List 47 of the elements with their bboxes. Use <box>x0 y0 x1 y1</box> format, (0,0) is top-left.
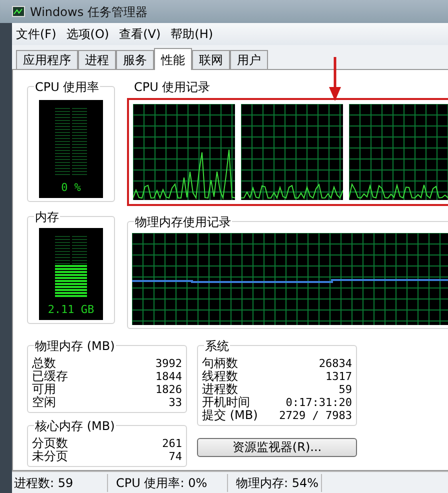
status-text: 进程数: 59 <box>12 474 108 492</box>
stat-value: 1844 <box>156 370 182 383</box>
stat-value: 2729 / 7983 <box>279 409 352 422</box>
group-title: 内存 <box>35 210 59 224</box>
menu-item[interactable]: 选项(O) <box>66 25 110 43</box>
group-title: 系统 <box>205 339 229 353</box>
stat-value: 0:17:31:20 <box>286 396 352 409</box>
stat-value: 59 <box>338 383 352 396</box>
stat-value: 261 <box>162 437 182 450</box>
stat-value: 1317 <box>326 370 352 383</box>
resource-monitor-button[interactable]: 资源监视器(R)... <box>197 438 357 457</box>
stat-value: 3992 <box>156 357 182 370</box>
group-title: 物理内存使用记录 <box>135 215 231 229</box>
stat-label: 未分页 <box>32 450 68 463</box>
stat-value: 26834 <box>318 357 352 370</box>
stat-value: 1826 <box>156 383 182 396</box>
stat-label: 进程数 <box>202 383 238 396</box>
stat-label: 提交 (MB) <box>202 409 258 422</box>
stat-label: 空闲 <box>32 396 56 409</box>
stat-value: 74 <box>168 450 182 463</box>
status-text: CPU 使用率: 0% <box>108 474 228 492</box>
group-title: 核心内存 (MB) <box>35 419 115 433</box>
menu-item[interactable]: 帮助(H) <box>170 25 214 43</box>
group-title: CPU 使用记录 <box>134 80 210 94</box>
stat-label: 总数 <box>32 357 56 370</box>
meter-reading: 2.11 GB <box>48 303 94 317</box>
stat-value: 33 <box>168 396 182 409</box>
menu-item[interactable]: 查看(V) <box>119 25 161 43</box>
tab[interactable]: 应用程序 <box>16 50 78 69</box>
tab[interactable]: 进程 <box>78 50 116 69</box>
group-title: CPU 使用率 <box>35 80 100 94</box>
status-text: 物理内存: 54% <box>228 474 322 492</box>
group-title: 物理内存 (MB) <box>35 339 115 353</box>
stat-label: 句柄数 <box>202 357 238 370</box>
menu-item[interactable]: 文件(F) <box>16 25 56 43</box>
stat-label: 已缓存 <box>32 370 68 383</box>
tab[interactable]: 用户 <box>230 50 268 69</box>
stat-label: 可用 <box>32 383 56 396</box>
stat-label: 分页数 <box>32 437 68 450</box>
stat-label: 开机时间 <box>202 396 250 409</box>
meter-reading: 0 % <box>61 181 81 195</box>
tab[interactable]: 服务 <box>116 50 154 69</box>
tab[interactable]: 联网 <box>192 50 230 69</box>
stat-label: 线程数 <box>202 370 238 383</box>
tab[interactable]: 性能 <box>154 48 192 70</box>
window-title: Windows 任务管理器 <box>30 4 148 20</box>
monitor-icon <box>12 6 25 17</box>
